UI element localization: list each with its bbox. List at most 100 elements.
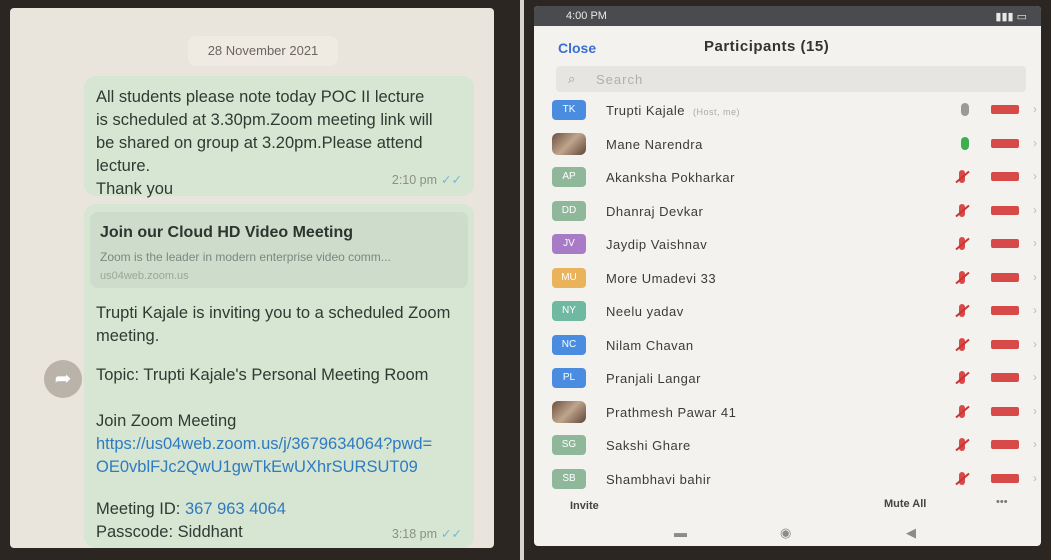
video-off-icon[interactable] (991, 373, 1019, 382)
mic-muted-icon[interactable] (955, 471, 969, 485)
mute-all-button[interactable]: Mute All (884, 498, 926, 510)
mic-icon[interactable] (961, 136, 969, 150)
participant-name: Neelu yadav (606, 304, 684, 319)
mic-muted-icon[interactable] (955, 337, 969, 351)
join-label: Join Zoom Meeting (96, 412, 237, 430)
participants-header: Close Participants (15) (534, 26, 1041, 66)
video-off-icon[interactable] (991, 172, 1019, 181)
chat-screen: 28 November 2021 All students please not… (10, 8, 494, 548)
time-text: 3:18 pm (391, 527, 438, 541)
chevron-right-icon[interactable]: › (1033, 102, 1037, 116)
participant-name: Nilam Chavan (606, 338, 694, 353)
chevron-right-icon[interactable]: › (1033, 303, 1037, 317)
search-placeholder: Search (596, 72, 644, 87)
participant-row[interactable]: DD Dhanraj Devkar › (534, 195, 1041, 229)
link-preview[interactable]: Join our Cloud HD Video Meeting Zoom is … (90, 212, 468, 288)
participant-list: TK Trupti Kajale (Host, me) › Mane Narendra ›… (534, 94, 1041, 496)
preview-title: Join our Cloud HD Video Meeting (100, 224, 354, 241)
message-bubble-1[interactable]: All students please note today POC II le… (84, 76, 474, 198)
meeting-id-value[interactable]: 367 963 4064 (185, 500, 286, 518)
mic-muted-icon[interactable] (955, 438, 969, 451)
meeting-link-line-1[interactable]: https://us04web.zoom.us/j/3679634064?pwd… (96, 433, 456, 456)
participant-row[interactable]: NC Nilam Chavan › (534, 329, 1041, 363)
chevron-right-icon[interactable]: › (1033, 471, 1037, 485)
participant-name-text: Shambhavi bahir (606, 471, 712, 487)
forward-icon[interactable]: ➦ (44, 360, 82, 398)
chat-phone: 28 November 2021 All students please not… (0, 0, 520, 560)
participant-row[interactable]: PL Pranjali Langar › (534, 362, 1041, 396)
avatar: JV (552, 234, 586, 254)
mic-muted-icon[interactable] (955, 237, 969, 250)
message-time: 2:10 pm ✓✓ (392, 172, 462, 187)
participant-row[interactable]: Prathmesh Pawar 41 › (534, 396, 1041, 430)
video-off-icon[interactable] (991, 406, 1019, 416)
video-off-icon[interactable] (991, 205, 1019, 215)
chevron-right-icon[interactable]: › (1033, 270, 1037, 284)
participant-row[interactable]: Mane Narendra › (534, 128, 1041, 162)
recents-icon[interactable]: ▬ (674, 525, 687, 540)
video-off-icon[interactable] (991, 306, 1019, 315)
chevron-right-icon[interactable]: › (1033, 370, 1037, 384)
meeting-link-line-2[interactable]: OE0vblFJc2QwU1gwTkEwUXhrSURSUT09 (96, 456, 456, 479)
participant-name-text: Mane Narendra (606, 136, 703, 152)
chevron-right-icon[interactable]: › (1033, 169, 1037, 183)
video-off-icon[interactable] (991, 105, 1019, 114)
mic-muted-icon[interactable] (955, 203, 969, 217)
invite-line-2: meeting. (96, 327, 160, 345)
chevron-right-icon[interactable]: › (1033, 437, 1037, 451)
avatar: TK (552, 100, 586, 120)
video-off-icon[interactable] (991, 473, 1019, 483)
mic-muted-icon[interactable] (955, 371, 969, 384)
participant-name: Dhanraj Devkar (606, 204, 703, 219)
participant-row[interactable]: SB Shambhavi bahir › (534, 463, 1041, 497)
video-off-icon[interactable] (991, 272, 1019, 282)
participant-name-text: Neelu yadav (606, 304, 684, 319)
participant-row[interactable]: NY Neelu yadav › (534, 295, 1041, 329)
participant-name: Prathmesh Pawar 41 (606, 405, 736, 420)
participant-name: Mane Narendra (606, 137, 703, 152)
preview-domain: us04web.zoom.us (100, 270, 189, 282)
participant-name-text: Jaydip Vaishnav (606, 237, 708, 252)
participant-name-text: Trupti Kajale (606, 103, 685, 118)
chevron-right-icon[interactable]: › (1033, 404, 1037, 418)
message-time: 3:18 pm ✓✓ (392, 526, 462, 541)
search-input[interactable]: ⌕ Search (556, 66, 1026, 92)
participant-row[interactable]: MU More Umadevi 33 › (534, 262, 1041, 296)
message-bubble-2[interactable]: Join our Cloud HD Video Meeting Zoom is … (84, 204, 474, 548)
mic-muted-icon[interactable] (955, 170, 969, 183)
back-icon[interactable]: ◀ (906, 525, 916, 541)
avatar (552, 132, 586, 155)
mic-icon[interactable] (961, 103, 969, 116)
participant-name: Sakshi Ghare (606, 438, 691, 453)
home-icon[interactable]: ◉ (780, 525, 791, 541)
page-title: Participants (15) (704, 38, 830, 55)
mic-muted-icon[interactable] (955, 404, 969, 418)
chevron-right-icon[interactable]: › (1033, 203, 1037, 217)
participant-row[interactable]: TK Trupti Kajale (Host, me) › (534, 94, 1041, 128)
participant-row[interactable]: AP Akanksha Pokharkar › (534, 161, 1041, 195)
invite-button[interactable]: Invite (570, 500, 599, 512)
video-off-icon[interactable] (991, 440, 1019, 449)
chevron-right-icon[interactable]: › (1033, 136, 1037, 150)
zoom-screen: 4:00 PM ▮▮▮ ▭ Close Participants (15) ⌕ … (534, 6, 1041, 546)
chevron-right-icon[interactable]: › (1033, 236, 1037, 250)
chevron-right-icon[interactable]: › (1033, 337, 1037, 351)
participant-name-text: Akanksha Pokharkar (606, 170, 735, 185)
video-off-icon[interactable] (991, 138, 1019, 148)
video-off-icon[interactable] (991, 339, 1019, 349)
more-button[interactable]: ••• (996, 496, 1008, 508)
participant-name: Jaydip Vaishnav (606, 237, 707, 252)
participant-name: Shambhavi bahir (606, 472, 711, 487)
zoom-phone: 4:00 PM ▮▮▮ ▭ Close Participants (15) ⌕ … (524, 0, 1051, 560)
close-button[interactable]: Close (558, 40, 596, 56)
avatar: SG (552, 435, 586, 455)
search-icon: ⌕ (568, 71, 576, 86)
mic-muted-icon[interactable] (955, 270, 969, 284)
participant-row[interactable]: SG Sakshi Ghare › (534, 429, 1041, 463)
participant-name: Trupti Kajale (Host, me) (606, 103, 740, 118)
battery-icon: ▮▮▮ ▭ (995, 11, 1027, 23)
video-off-icon[interactable] (991, 239, 1019, 248)
participant-row[interactable]: JV Jaydip Vaishnav › (534, 228, 1041, 262)
participant-role: (Host, me) (693, 107, 741, 117)
mic-muted-icon[interactable] (955, 304, 969, 317)
